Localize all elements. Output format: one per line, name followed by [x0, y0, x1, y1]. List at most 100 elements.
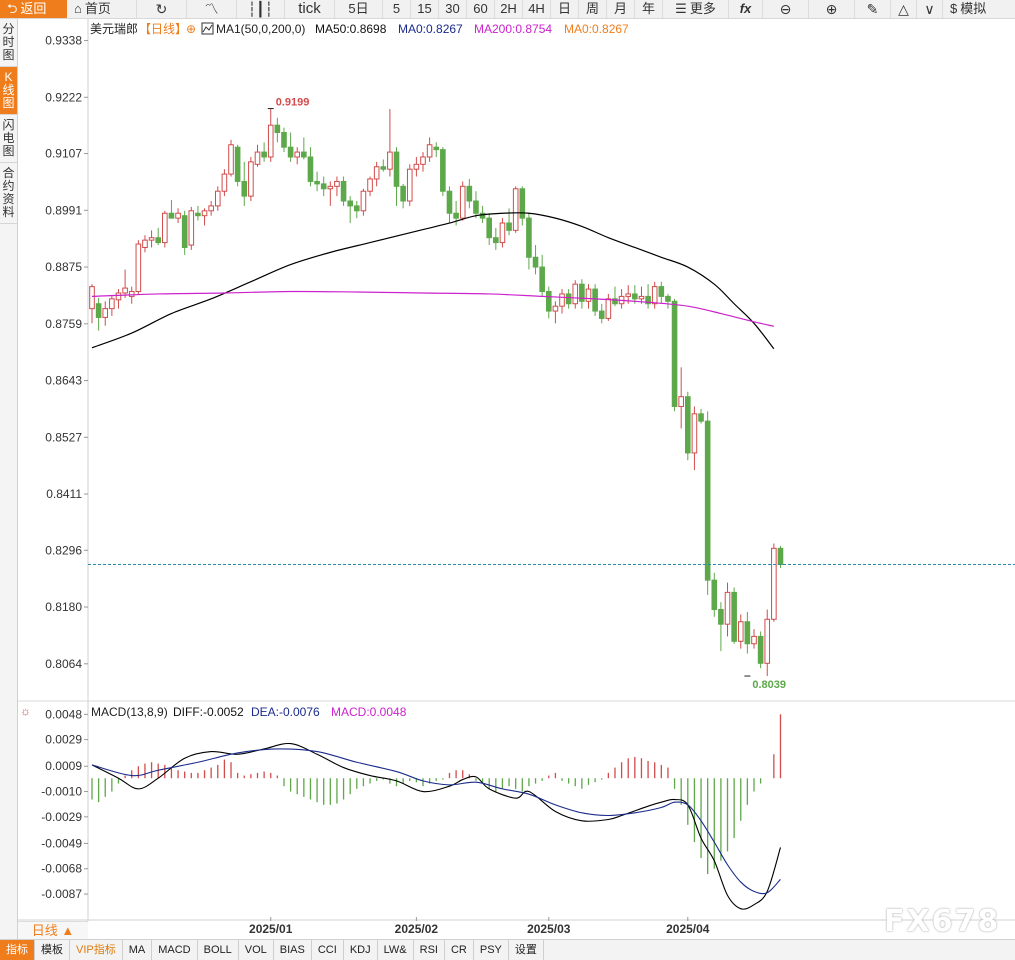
candle — [565, 289, 572, 309]
candle — [645, 284, 651, 309]
legend-period: 【日线】 — [139, 22, 187, 36]
macd-legend-diff: DIFF:-0.0052 — [173, 705, 244, 719]
legend-ma-setting: MA1(50,0,200,0) — [216, 22, 305, 36]
candle-body — [314, 180, 320, 185]
annotation-label: 0.8039 — [752, 679, 786, 691]
candle — [234, 144, 241, 187]
candle — [406, 164, 413, 206]
tab-indicator[interactable]: 指标 — [0, 940, 35, 960]
candle — [526, 213, 532, 270]
price-tick-label: 0.8643 — [45, 374, 82, 388]
candle — [162, 210, 168, 248]
candle-body — [168, 212, 175, 219]
candle — [771, 543, 777, 622]
candle-body — [499, 222, 506, 244]
candle — [274, 117, 281, 143]
candle-body — [665, 295, 671, 302]
candle-body — [274, 124, 281, 134]
candle-body — [757, 635, 764, 664]
candle-body — [552, 305, 559, 312]
tab-kdj[interactable]: KDJ — [344, 940, 378, 960]
macd-tick-label: -0.0087 — [41, 887, 82, 901]
candle — [731, 587, 737, 644]
candle — [532, 245, 539, 275]
legend-ma-icon-glyph — [202, 24, 213, 33]
macd-tick-label: 0.0048 — [45, 707, 82, 721]
price-tick-label: 0.8411 — [46, 487, 82, 501]
candle-body — [301, 151, 307, 158]
candle — [579, 279, 585, 309]
candle — [261, 142, 267, 162]
candle — [592, 284, 598, 316]
legend-ma200: MA200:0.8754 — [474, 22, 552, 36]
candle — [605, 293, 612, 321]
candle-body — [241, 180, 248, 197]
tab-template[interactable]: 模板 — [35, 940, 70, 960]
candle-body — [327, 185, 334, 190]
period-selector[interactable]: 日线 ▲ — [18, 921, 88, 940]
candle-body — [453, 212, 459, 219]
candle — [545, 286, 552, 319]
candle-body — [545, 291, 552, 312]
candle-body — [777, 547, 784, 565]
macd-line-diff — [91, 742, 782, 910]
legend-add-icon[interactable]: ⊕ — [186, 22, 196, 36]
tab-cr[interactable]: CR — [445, 940, 474, 960]
candle — [373, 161, 380, 187]
price-tick-label: 0.9107 — [45, 147, 82, 161]
candle — [201, 208, 208, 226]
candle-body — [446, 190, 453, 214]
candle-body — [598, 310, 605, 319]
candle — [512, 186, 519, 233]
tab-rsi[interactable]: RSI — [414, 940, 445, 960]
candle-body — [281, 132, 287, 148]
candle-body — [360, 190, 367, 212]
candle-body — [440, 149, 446, 192]
candle-body — [354, 205, 360, 212]
tab-ma[interactable]: MA — [123, 940, 153, 960]
candle — [598, 303, 605, 324]
candle — [499, 218, 506, 248]
candle — [208, 201, 214, 216]
candle-body — [486, 217, 492, 239]
tab-boll[interactable]: BOLL — [198, 940, 239, 960]
tab-settings[interactable]: 设置 — [509, 940, 544, 960]
candle — [354, 201, 360, 219]
tab-cci[interactable]: CCI — [312, 940, 344, 960]
candle-body — [506, 222, 512, 231]
tab-psy[interactable]: PSY — [474, 940, 509, 960]
candle-body — [605, 298, 612, 319]
candle-body — [128, 291, 135, 297]
candle-body — [380, 166, 387, 170]
candle — [698, 408, 704, 424]
candle — [737, 614, 744, 649]
tab-vol[interactable]: VOL — [239, 940, 274, 960]
candle — [241, 161, 248, 206]
macd-tick-label: -0.0029 — [41, 810, 82, 824]
candle — [612, 286, 618, 307]
candle-body — [678, 396, 684, 407]
candle-body — [400, 185, 406, 202]
macd-lines — [91, 742, 782, 910]
candle — [744, 611, 751, 654]
tab-lw[interactable]: LW& — [378, 940, 414, 960]
candle-body — [426, 144, 433, 158]
candle — [228, 139, 234, 177]
candle-body — [638, 295, 645, 300]
candle — [433, 142, 440, 157]
tab-macd[interactable]: MACD — [152, 940, 198, 960]
tab-bias[interactable]: BIAS — [274, 940, 312, 960]
candle — [387, 109, 393, 177]
x-tick-label: 2025/01 — [249, 922, 293, 936]
series-line-ma50 — [91, 212, 775, 350]
chart-canvas[interactable]: 0.9338 0.9222 0.9107 0.8991 0.8875 0.8759 0.86… — [0, 0, 1015, 939]
sun-icon[interactable]: ☼ — [20, 704, 31, 718]
moving-average-lines — [91, 212, 775, 350]
price-tick-label: 0.8180 — [45, 600, 82, 614]
candle-body — [195, 212, 201, 217]
candle — [440, 147, 446, 197]
candle-body — [420, 156, 426, 165]
candle-body — [307, 156, 314, 182]
tab-vip-indicator[interactable]: VIP指标 — [70, 940, 123, 960]
candle-body — [698, 413, 704, 422]
